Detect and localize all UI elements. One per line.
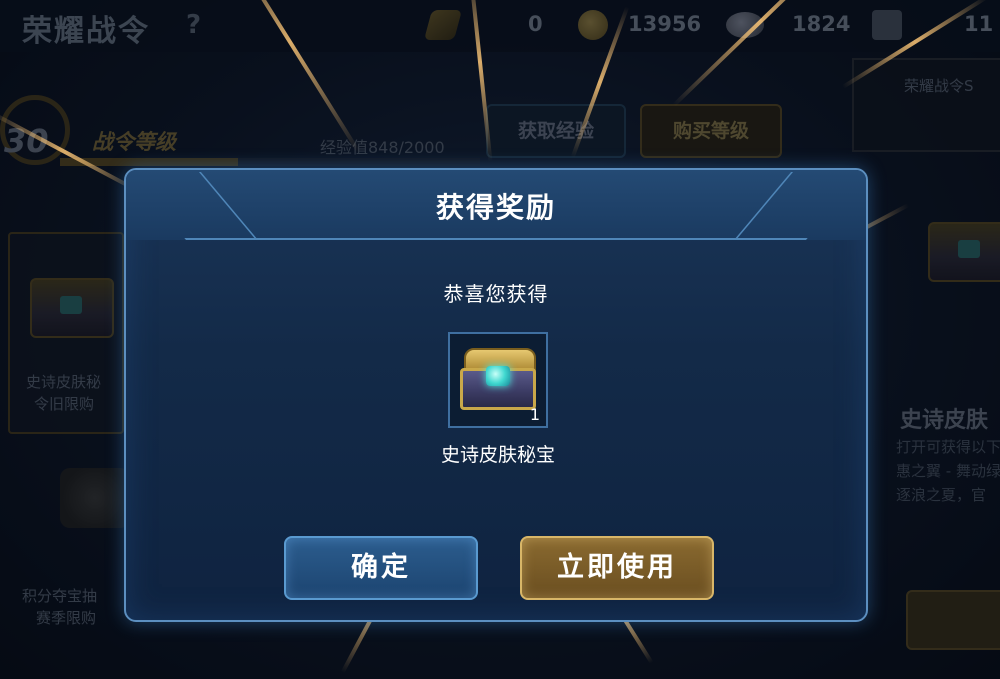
dialog-subtitle: 恭喜您获得 [443,282,549,306]
confirm-button[interactable]: 确定 [284,536,478,600]
reward-item-slot[interactable]: 1 [448,332,548,428]
use-now-button[interactable]: 立即使用 [520,536,714,600]
reward-count: 1 [529,405,540,424]
reward-dialog: 获得奖励 恭喜您获得 1 史诗皮肤秘宝 确定 立即使用 [124,168,868,622]
chest-gem [486,366,510,386]
game-screen: 荣耀战令 ? 0 13956 1824 11 30 战令等级 经验值848/20… [0,0,1000,679]
epic-skin-chest-icon [460,348,536,412]
dialog-title: 获得奖励 [435,191,556,224]
reward-name: 史诗皮肤秘宝 [440,444,555,466]
